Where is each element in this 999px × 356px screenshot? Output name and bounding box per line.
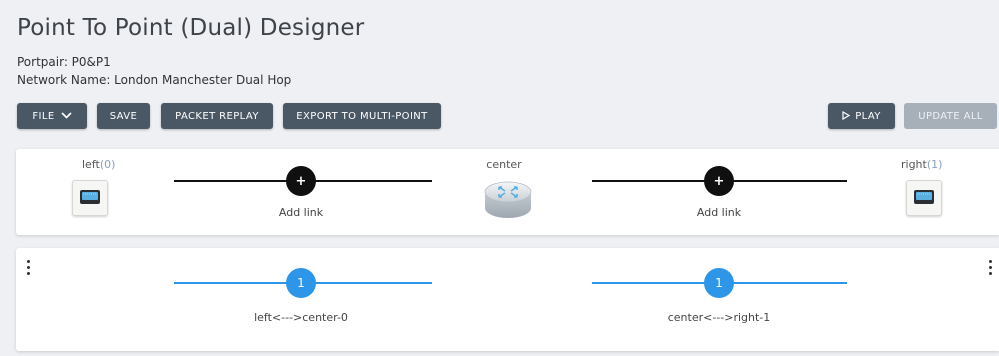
left-node-name: left bbox=[82, 158, 100, 171]
link-1-badge[interactable]: 1 bbox=[286, 268, 316, 298]
save-button[interactable]: SAVE bbox=[97, 103, 150, 129]
packet-replay-button[interactable]: PACKET REPLAY bbox=[161, 103, 273, 129]
topology-card: left(0) + Add link center + Add link rig… bbox=[16, 149, 999, 235]
link-1-label: left<--->center-0 bbox=[254, 311, 348, 324]
left-network-port-icon[interactable] bbox=[72, 180, 108, 216]
left-node-count: (0) bbox=[99, 158, 116, 171]
play-icon bbox=[842, 110, 851, 123]
links-card: 1 left<--->center-0 1 center<--->right-1 bbox=[16, 248, 999, 351]
link-2-label: center<--->right-1 bbox=[667, 311, 771, 324]
add-link-left-label: Add link bbox=[278, 206, 324, 219]
file-button-label: FILE bbox=[32, 110, 55, 122]
right-node-label: right(1) bbox=[901, 158, 942, 171]
left-node-label: left(0) bbox=[82, 158, 115, 171]
router-icon[interactable] bbox=[482, 176, 534, 224]
play-button[interactable]: PLAY bbox=[828, 103, 895, 129]
center-node-label: center bbox=[486, 158, 522, 171]
link-2-badge[interactable]: 1 bbox=[704, 268, 734, 298]
left-kebab-menu-icon[interactable] bbox=[25, 258, 31, 276]
add-link-left-button[interactable]: + bbox=[286, 166, 316, 196]
add-link-right-button[interactable]: + bbox=[704, 166, 734, 196]
play-button-label: PLAY bbox=[855, 110, 881, 122]
right-node-name: right bbox=[901, 158, 927, 171]
update-all-button[interactable]: UPDATE ALL bbox=[904, 103, 997, 129]
right-network-port-icon[interactable] bbox=[906, 180, 942, 216]
portpair-text: Portpair: P0&P1 bbox=[17, 55, 111, 69]
export-to-multipoint-button[interactable]: EXPORT TO MULTI-POINT bbox=[283, 103, 441, 129]
network-name-text: Network Name: London Manchester Dual Hop bbox=[17, 73, 292, 87]
right-kebab-menu-icon[interactable] bbox=[987, 258, 993, 276]
file-menu-button[interactable]: FILE bbox=[17, 103, 87, 129]
page-title: Point To Point (Dual) Designer bbox=[17, 15, 365, 41]
add-link-right-label: Add link bbox=[696, 206, 742, 219]
chevron-down-icon bbox=[61, 111, 72, 122]
right-node-count: (1) bbox=[926, 158, 943, 171]
